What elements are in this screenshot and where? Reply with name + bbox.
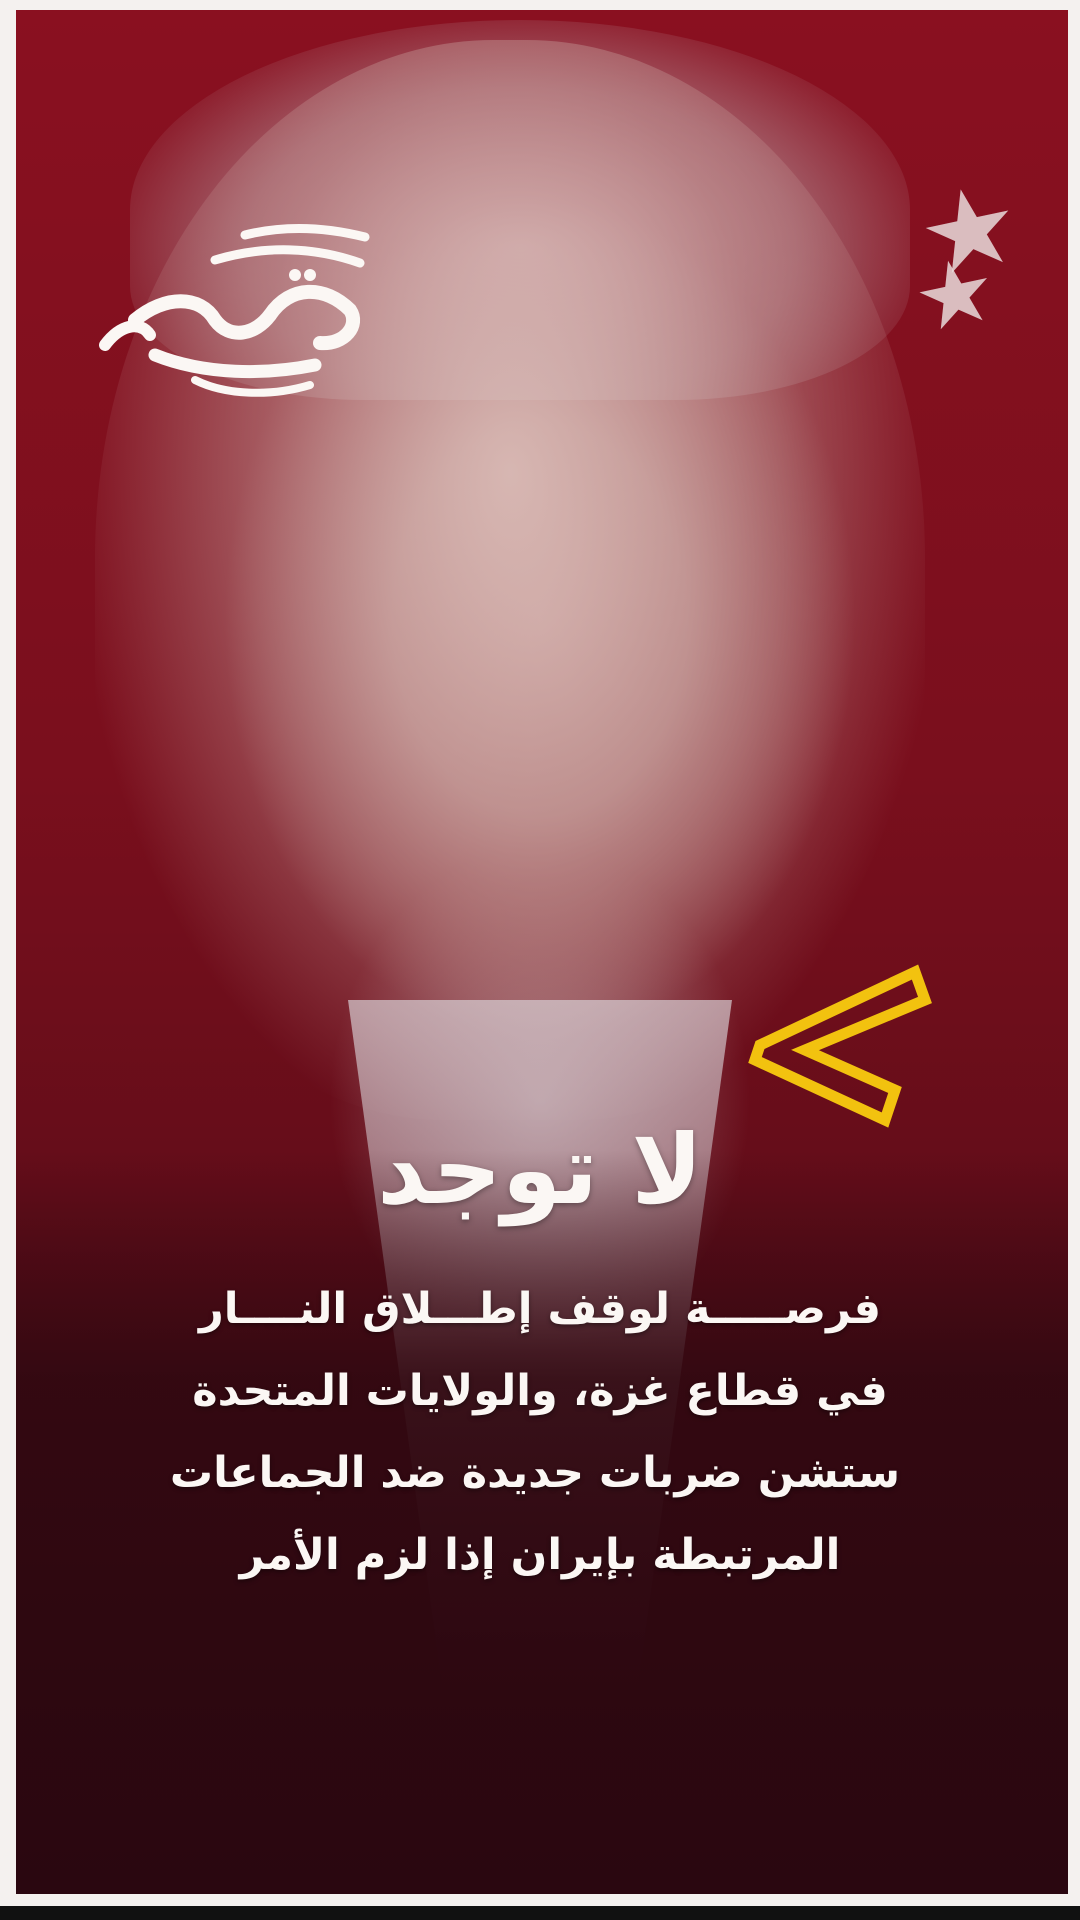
yellow-chevron-icon	[748, 964, 932, 1128]
video-frame: ★ ★ لا توجد فرصـــــة لوقف إطـــلاق النـ…	[0, 0, 1080, 1920]
body-text: فرصـــــة لوقف إطـــلاق النــــار في قطا…	[169, 1268, 900, 1596]
body-line: في قطاع غزة، والولايات المتحدة	[192, 1366, 888, 1416]
body-line: فرصـــــة لوقف إطـــلاق النــــار	[199, 1284, 881, 1334]
frame-border-top	[0, 0, 1080, 10]
frame-border-left	[0, 0, 16, 1920]
body-line: المرتبطة بإيران إذا لزم الأمر	[239, 1530, 841, 1580]
brand-logo	[99, 223, 370, 397]
background-photo-face	[95, 40, 925, 1120]
frame-border-right	[1068, 0, 1080, 1920]
body-line: ستشن ضربات جديدة ضد الجماعات	[169, 1448, 900, 1498]
headline: لا توجد	[377, 1114, 703, 1226]
bottom-bar	[0, 1906, 1080, 1920]
